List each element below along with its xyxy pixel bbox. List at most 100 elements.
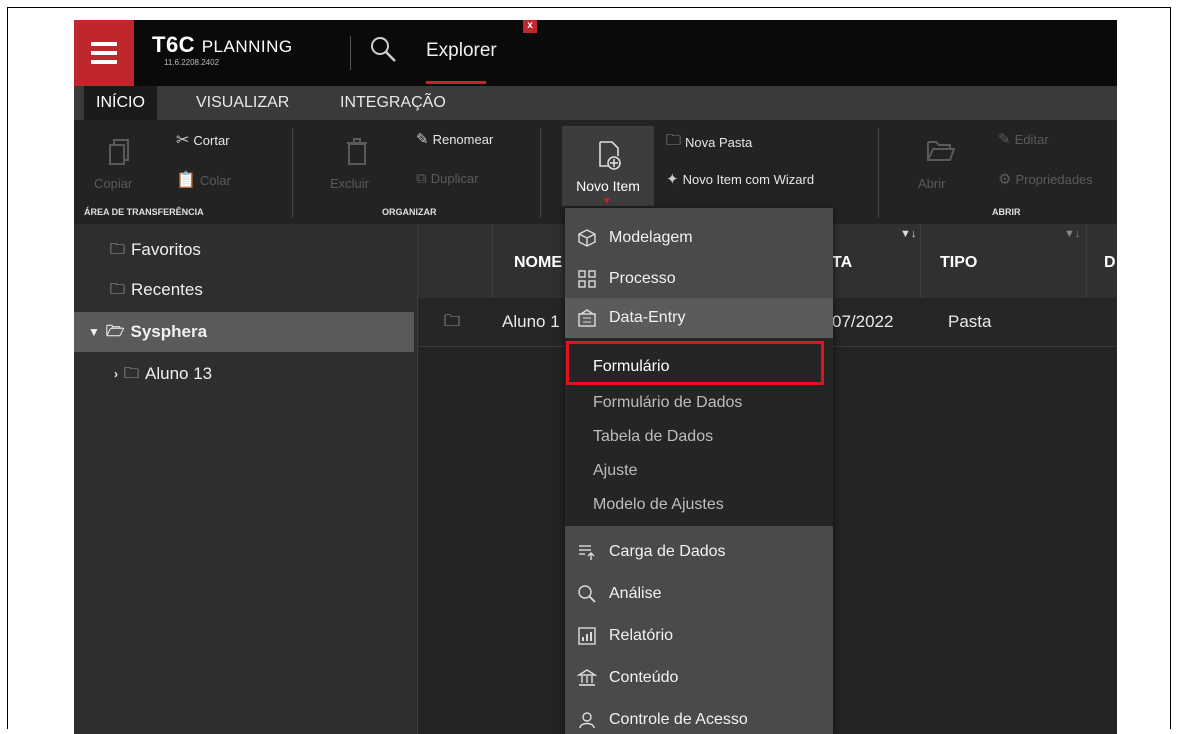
properties-button[interactable]: ⚙ Propriedades — [998, 170, 1093, 188]
paste-button[interactable]: 📋 Colar — [176, 170, 231, 190]
data-entry-icon — [577, 308, 597, 328]
brand-light: PLANNING — [201, 37, 293, 56]
row-data: 07/2022 — [832, 312, 894, 331]
menu-item-conteudo[interactable]: Conteúdo — [565, 658, 833, 698]
new-item-wizard-label: Novo Item com Wizard — [682, 171, 815, 187]
submenu-item-ajuste[interactable]: Ajuste — [593, 462, 637, 480]
version-label: 11.6.2208.2402 — [164, 58, 220, 67]
trash-icon — [347, 138, 367, 165]
row-tipo: Pasta — [948, 312, 992, 331]
column-header-nome[interactable]: NOME — [514, 254, 562, 272]
menu-item-modelagem[interactable]: Modelagem — [565, 218, 833, 258]
sidebar-item-sysphera[interactable]: ▼ 🗁 Sysphera — [74, 312, 414, 352]
top-bar: T6C PLANNING 11.6.2208.2402 Explorer x — [74, 20, 1117, 86]
pencil-icon: ✎ — [998, 131, 1011, 148]
menu-item-label: Processo — [609, 270, 676, 287]
chevron-down-icon: ▼ — [602, 196, 612, 207]
app-window: T6C PLANNING 11.6.2208.2402 Explorer x I… — [74, 20, 1117, 734]
new-item-label: Novo Item — [576, 178, 640, 194]
process-icon — [577, 269, 597, 289]
tab-explorer-label: Explorer — [426, 40, 497, 61]
hamburger-menu-icon[interactable] — [74, 20, 134, 86]
highlight-box — [566, 341, 824, 385]
sidebar-item-label: Sysphera — [130, 322, 208, 341]
new-item-wizard-button[interactable]: ✦ Novo Item com Wizard — [666, 170, 814, 188]
column-header-tipo[interactable]: TIPO — [940, 254, 977, 272]
menu-item-processo[interactable]: Processo — [565, 259, 833, 299]
rename-icon: ✎ — [416, 131, 429, 148]
folder-icon: 🗀 — [110, 241, 126, 258]
edit-button[interactable]: ✎ Editar — [998, 130, 1049, 148]
new-folder-button[interactable]: 🗀 Nova Pasta — [666, 130, 752, 155]
edit-label: Editar — [1014, 131, 1049, 147]
upload-icon — [577, 542, 597, 562]
cut-button[interactable]: ✂ Cortar — [176, 130, 230, 150]
menu-item-label: Data-Entry — [609, 309, 686, 326]
submenu-item-tabela-dados[interactable]: Tabela de Dados — [593, 428, 713, 446]
menu-item-controle-acesso[interactable]: Controle de Acesso — [565, 700, 833, 734]
chevron-down-icon: ▼ — [88, 325, 100, 339]
sidebar-item-recentes[interactable]: 🗀 Recentes — [110, 270, 203, 310]
copy-button[interactable]: Copiar — [94, 176, 132, 191]
scissors-icon: ✂ — [176, 132, 190, 149]
ribbon-separator — [878, 128, 879, 218]
tab-integracao[interactable]: INTEGRAÇÃO — [328, 86, 458, 120]
group-label-organizar: ORGANIZAR — [382, 207, 437, 217]
menu-item-label: Carga de Dados — [609, 543, 726, 560]
new-item-button[interactable]: Novo Item ▼ — [562, 126, 654, 207]
brand-logo: T6C PLANNING 11.6.2208.2402 — [152, 32, 293, 67]
user-icon — [577, 710, 597, 730]
rename-label: Renomear — [432, 131, 494, 147]
gear-icon: ⚙ — [998, 171, 1012, 188]
folder-icon: 🗀 — [110, 281, 126, 298]
column-separator — [1086, 224, 1087, 298]
tab-explorer[interactable]: Explorer — [420, 20, 538, 86]
menu-item-relatorio[interactable]: Relatório — [565, 616, 833, 656]
sidebar-tree: 🗀 Favoritos 🗀 Recentes ▼ 🗁 Sysphera › 🗀 … — [74, 224, 416, 734]
column-separator — [920, 224, 921, 298]
tab-visualizar[interactable]: VISUALIZAR — [184, 86, 301, 120]
menu-item-label: Relatório — [609, 627, 674, 644]
rename-button[interactable]: ✎ Renomear — [416, 130, 493, 148]
cube-icon — [577, 228, 597, 248]
analysis-icon — [577, 584, 597, 604]
divider — [350, 36, 351, 70]
menu-item-label: Análise — [609, 585, 662, 602]
menu-bar: INÍCIO VISUALIZAR INTEGRAÇÃO — [74, 86, 1117, 120]
menu-item-label: Modelagem — [609, 229, 693, 246]
new-item-icon — [599, 141, 621, 170]
close-tab-button[interactable]: x — [523, 20, 537, 33]
row-nome: Aluno 1 — [502, 312, 560, 331]
menu-item-carga-dados[interactable]: Carga de Dados — [565, 532, 833, 572]
sidebar-item-aluno-13[interactable]: › 🗀 Aluno 13 — [114, 354, 212, 394]
ribbon-separator — [540, 128, 541, 218]
tab-inicio[interactable]: INÍCIO — [84, 86, 157, 120]
filter-sort-icon[interactable]: ▼↓ — [1064, 228, 1080, 240]
magic-wand-icon: ✦ — [666, 171, 679, 188]
search-icon[interactable] — [368, 34, 398, 64]
column-header-d[interactable]: D — [1104, 254, 1116, 272]
chevron-right-icon: › — [114, 367, 118, 381]
group-label-abrir: ABRIR — [992, 207, 1021, 217]
delete-button[interactable]: Excluir — [330, 176, 369, 191]
sidebar-item-label: Aluno 13 — [145, 364, 213, 383]
filter-sort-icon[interactable]: ▼↓ — [900, 228, 916, 240]
sidebar-item-label: Recentes — [131, 280, 203, 299]
open-folder-icon: 🗁 — [105, 323, 125, 340]
duplicate-icon: ⧉ — [416, 170, 427, 187]
menu-item-label: Conteúdo — [609, 669, 679, 686]
sidebar-item-favoritos[interactable]: 🗀 Favoritos — [110, 230, 201, 270]
building-icon — [577, 668, 597, 688]
submenu-item-formulario-dados[interactable]: Formulário de Dados — [593, 394, 742, 412]
menu-item-analise[interactable]: Análise — [565, 574, 833, 614]
tab-underline — [426, 81, 486, 84]
folder-icon: 🗀 — [444, 313, 461, 330]
paste-icon: 📋 — [176, 172, 196, 189]
column-header-data[interactable]: TA — [832, 254, 852, 272]
submenu-item-modelo-ajustes[interactable]: Modelo de Ajustes — [593, 496, 724, 514]
menu-item-data-entry[interactable]: Data-Entry — [565, 298, 833, 338]
duplicate-button[interactable]: ⧉ Duplicar — [416, 170, 478, 187]
open-button[interactable]: Abrir — [918, 176, 945, 191]
report-icon — [577, 626, 597, 646]
column-separator — [492, 224, 493, 298]
